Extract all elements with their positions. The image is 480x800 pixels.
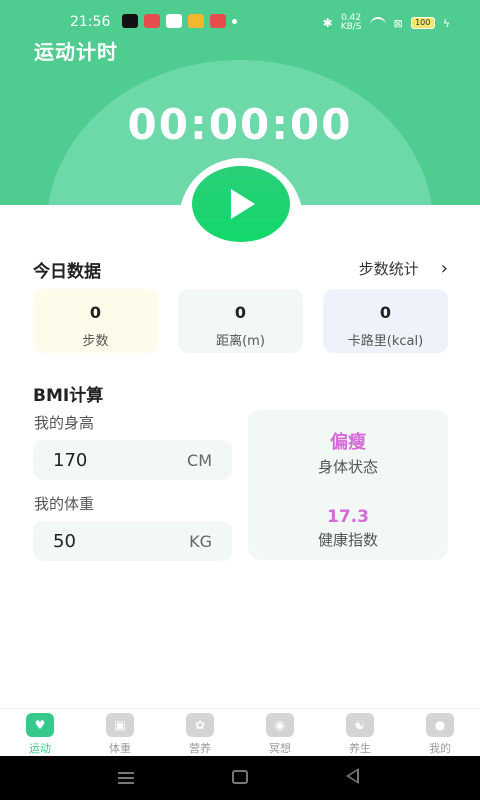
status-right: ✱ 0.42 KB/S ⊠ 100 ϟ — [323, 14, 450, 32]
health-index-label: 健康指数 — [317, 531, 378, 549]
timer-display: 00:00:00 — [127, 100, 353, 149]
tab-wellness[interactable]: ☯ 养生 — [320, 709, 400, 756]
step-stats-label: 步数统计 — [358, 260, 419, 278]
tab-sport[interactable]: ♥ 运动 — [0, 709, 80, 756]
calendar-icon — [166, 14, 182, 28]
notification-icons — [122, 14, 237, 28]
stat-card-steps: 0 步数 — [33, 289, 158, 353]
tab-nutrition[interactable]: ✿ 营养 — [160, 709, 240, 756]
calories-value: 0 — [379, 303, 392, 322]
yin-yang-icon: ☯ — [346, 713, 374, 737]
body-status-value: 偏瘦 — [330, 432, 366, 453]
height-field[interactable]: 170 CM — [33, 440, 232, 480]
status-time: 21:56 — [70, 14, 111, 30]
health-index-value: 17.3 — [327, 507, 369, 527]
heartbeat-icon: ♥ — [26, 713, 54, 737]
bottom-tab-bar: ♥ 运动 ▣ 体重 ✿ 营养 ◉ 冥想 ☯ 养生 ● 我的 — [0, 708, 480, 756]
steps-label: 步数 — [82, 334, 109, 349]
body-status-label: 身体状态 — [317, 458, 378, 476]
distance-label: 距离(m) — [216, 334, 265, 349]
tab-meditation[interactable]: ◉ 冥想 — [240, 709, 320, 756]
tab-label: 养生 — [349, 742, 371, 755]
system-nav-bar — [0, 756, 480, 800]
tab-weight[interactable]: ▣ 体重 — [80, 709, 160, 756]
tiktok-icon — [122, 14, 138, 28]
today-data-title: 今日数据 — [33, 262, 101, 282]
weight-unit: KG — [189, 532, 212, 551]
weight-value: 50 — [53, 531, 76, 552]
net-speed: 0.42 KB/S — [341, 14, 362, 32]
distance-value: 0 — [234, 303, 247, 322]
home-button[interactable] — [232, 770, 248, 784]
user-icon: ● — [426, 713, 454, 737]
net-speed-unit: KB/S — [340, 22, 362, 32]
bluetooth-icon: ✱ — [322, 16, 333, 30]
play-button[interactable] — [192, 166, 290, 242]
steps-value: 0 — [89, 303, 102, 322]
bmi-title: BMI计算 — [33, 386, 104, 406]
height-label: 我的身高 — [34, 414, 95, 432]
flower-icon: ✿ — [186, 713, 214, 737]
more-notifications-icon — [232, 19, 237, 24]
tab-label: 我的 — [429, 742, 451, 755]
calories-label: 卡路里(kcal) — [347, 334, 424, 349]
meditation-icon: ◉ — [266, 713, 294, 737]
height-value: 170 — [53, 450, 88, 471]
weight-label: 我的体重 — [34, 495, 95, 513]
bmi-result-card: 偏瘦 身体状态 17.3 健康指数 — [248, 410, 448, 560]
step-stats-link[interactable]: 步数统计 › — [359, 258, 448, 279]
weight-field[interactable]: 50 KG — [33, 521, 232, 561]
page-title: 运动计时 — [34, 40, 118, 64]
news-app-icon — [144, 14, 160, 28]
tab-label: 运动 — [29, 742, 51, 755]
scale-icon: ▣ — [106, 713, 134, 737]
recent-apps-button[interactable] — [118, 772, 134, 784]
play-icon — [231, 189, 255, 219]
wifi-app-icon — [188, 14, 204, 28]
battery-icon: 100 — [410, 17, 435, 29]
stat-card-distance: 0 距离(m) — [178, 289, 303, 353]
back-icon — [349, 771, 357, 781]
tab-label: 冥想 — [269, 742, 291, 755]
chevron-right-icon: › — [440, 258, 448, 279]
tab-label: 体重 — [109, 742, 131, 755]
height-unit: CM — [187, 451, 212, 470]
tab-mine[interactable]: ● 我的 — [400, 709, 480, 756]
tab-label: 营养 — [189, 742, 211, 755]
sim-icon: ⊠ — [393, 16, 403, 30]
charging-icon: ϟ — [442, 16, 450, 30]
wifi-icon — [369, 17, 386, 29]
notification-app-icon — [210, 14, 226, 28]
stat-card-calories: 0 卡路里(kcal) — [323, 289, 448, 353]
